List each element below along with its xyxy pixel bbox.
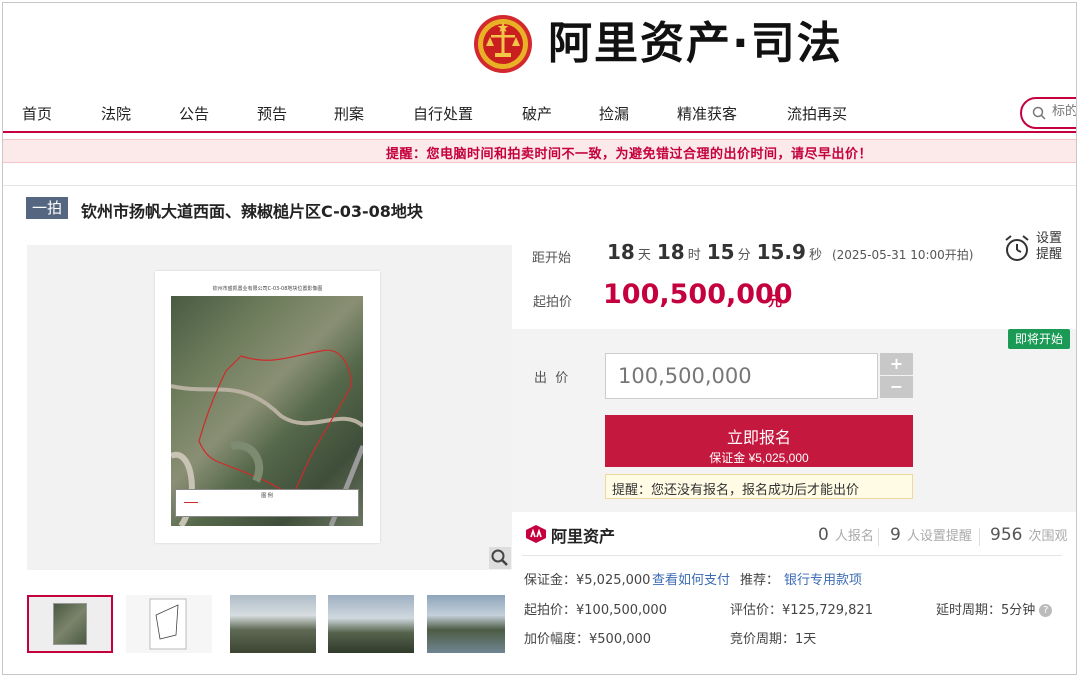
deposit-info: 保证金：¥5,025,000 (524, 573, 651, 588)
court-emblem-icon (474, 15, 532, 73)
signups-stat: 0 人报名 (818, 525, 874, 545)
countdown-seconds-unit: 秒 (808, 248, 822, 263)
thumbnail-1-image (53, 603, 87, 645)
main-nav: 首页 法院 公告 预告 刑案 自行处置 破产 捡漏 精准获客 流拍再买 (3, 95, 1076, 133)
bank-account-link[interactable]: 银行专用款项 (784, 569, 862, 588)
start-time: (2025-05-31 10:00开拍) (831, 248, 974, 262)
help-icon[interactable]: ? (1039, 604, 1053, 617)
set-reminder-line2: 提醒 (1036, 247, 1063, 262)
signup-deposit: 保证金 ¥5,025,000 (709, 450, 809, 465)
starting-price-value: 100,500,000 (603, 279, 793, 310)
divider (522, 555, 1062, 556)
views-stat: 956 次围观 (990, 525, 1067, 545)
nav-item-court[interactable]: 法院 (101, 103, 131, 124)
nav-item-precise-leads[interactable]: 精准获客 (677, 103, 737, 124)
nav-item-relisted[interactable]: 流拍再买 (787, 103, 847, 124)
signup-button[interactable]: 立即报名 保证金 ¥5,025,000 (605, 415, 913, 467)
bid-label: 出 价 (534, 371, 569, 386)
nav-item-announcement[interactable]: 公告 (179, 103, 209, 124)
nav-item-home[interactable]: 首页 (22, 103, 52, 124)
stat-divider (979, 528, 980, 546)
countdown-label: 距开始 (532, 251, 572, 266)
countdown-minutes: 15 (706, 240, 735, 264)
item-title: 钦州市扬帆大道西面、辣椒槌片区C-03-08地块 (81, 202, 423, 221)
set-reminder-button[interactable]: 设置 提醒 (1003, 231, 1073, 267)
views-label: 次围观 (1028, 529, 1068, 544)
how-to-pay-link[interactable]: 查看如何支付 (652, 569, 730, 588)
magnifier-icon (491, 549, 508, 566)
starting-price-label: 起拍价 (533, 295, 573, 310)
logo-row: 阿里资产·司法 (3, 3, 1076, 88)
reminders-label: 人设置提醒 (906, 529, 972, 544)
countdown-days: 18 (607, 240, 635, 264)
bid-period-info: 竞价周期：1天 (730, 632, 817, 647)
divider (3, 185, 1076, 186)
nav-item-criminal[interactable]: 刑案 (334, 103, 364, 124)
thumbnail-4[interactable] (328, 595, 414, 653)
map-document: 钦州市盛凯置业有限公司C-03-08地块位置影像图 图 例 (155, 271, 380, 543)
page-frame: 阿里资产·司法 首页 法院 公告 预告 刑案 自行处置 破产 捡漏 精准获客 流… (2, 2, 1077, 675)
thumbnail-1[interactable] (27, 595, 113, 653)
bid-amount-input[interactable]: 100,500,000 (605, 353, 878, 399)
nav-item-bankruptcy[interactable]: 破产 (522, 103, 552, 124)
zoom-button[interactable] (489, 547, 511, 569)
search-icon (1032, 106, 1046, 120)
set-reminder-label: 设置 提醒 (1036, 231, 1062, 263)
stat-divider (878, 528, 879, 546)
search-box[interactable] (1020, 97, 1076, 129)
increment-info: 加价幅度：¥500,000 (524, 632, 652, 647)
brand-title: 阿里资产·司法 (548, 18, 843, 69)
countdown-days-unit: 天 (637, 248, 651, 263)
thumbnail-2-image (149, 598, 187, 650)
auction-round-badge: 一拍 (26, 197, 69, 219)
map-legend: 图 例 (175, 489, 359, 517)
signups-label: 人报名 (834, 529, 874, 544)
recommend-label: 推荐： (740, 573, 780, 588)
nav-item-bargain[interactable]: 捡漏 (599, 103, 629, 124)
eval-price-info: 评估价：¥125,729,821 (730, 603, 873, 618)
delay-period-info: 延时周期：5分钟? (936, 599, 1053, 618)
signup-tip: 提醒：您还没有报名，报名成功后才能出价 (605, 474, 913, 499)
decrease-bid-button[interactable]: − (880, 376, 913, 398)
reminders-count: 9 (890, 525, 901, 545)
countdown-hours: 18 (656, 240, 685, 264)
countdown-seconds: 15.9 (756, 240, 806, 264)
legend-title: 图 例 (261, 493, 273, 499)
start-price-info: 起拍价：¥100,500,000 (524, 603, 667, 618)
map-caption: 钦州市盛凯置业有限公司C-03-08地块位置影像图 (212, 286, 323, 292)
countdown-hours-unit: 时 (687, 248, 701, 263)
increase-bid-button[interactable]: + (880, 353, 913, 375)
delay-period-text: 延时周期：5分钟 (936, 603, 1036, 618)
platform-name: 阿里资产 (551, 527, 616, 546)
time-warning-text: 提醒：您电脑时间和拍卖时间不一致，为避免错过合理的出价时间，请尽早出价！ (386, 147, 873, 162)
time-warning-banner: 提醒：您电脑时间和拍卖时间不一致，为避免错过合理的出价时间，请尽早出价！ (3, 139, 1076, 163)
nav-item-self-disposal[interactable]: 自行处置 (413, 103, 473, 124)
countdown: 18 天 18 时 15 分 15.9 秒 (2025-05-31 10:00开拍) (607, 240, 973, 264)
search-input[interactable] (1052, 104, 1076, 119)
thumbnail-5[interactable] (427, 595, 505, 653)
signups-count: 0 (818, 525, 829, 545)
status-badge: 即将开始 (1008, 329, 1070, 349)
thumbnail-2[interactable] (126, 595, 212, 653)
set-reminder-line1: 设置 (1036, 231, 1063, 246)
alarm-clock-icon (1005, 235, 1029, 261)
main-image[interactable]: 钦州市盛凯置业有限公司C-03-08地块位置影像图 图 例 (27, 245, 512, 570)
legend-swatch (184, 502, 198, 503)
signup-label: 立即报名 (726, 429, 791, 447)
reminders-stat: 9 人设置提醒 (890, 525, 972, 545)
ali-asset-logo-icon (526, 525, 546, 543)
countdown-minutes-unit: 分 (737, 248, 751, 263)
views-count: 956 (990, 525, 1023, 545)
thumbnail-3[interactable] (230, 595, 316, 653)
nav-item-preview[interactable]: 预告 (257, 103, 287, 124)
starting-price-unit: 元 (768, 294, 782, 310)
